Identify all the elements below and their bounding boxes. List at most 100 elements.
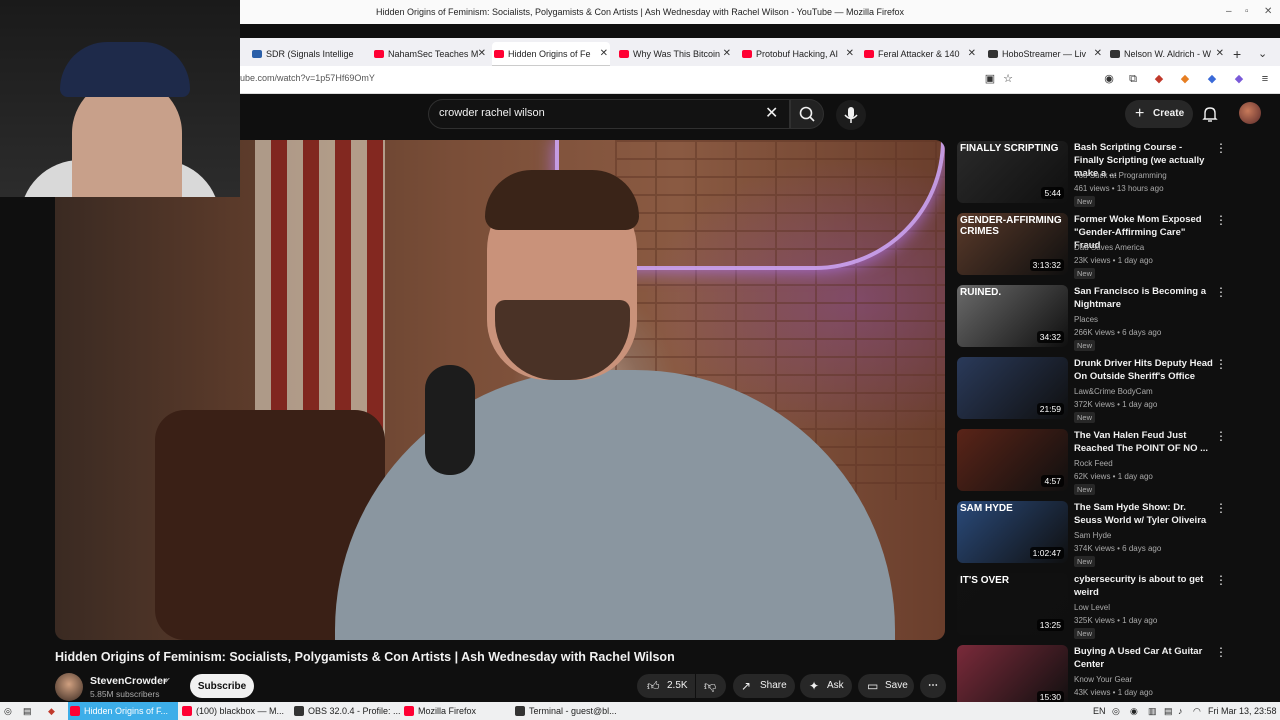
- video-thumbnail[interactable]: RUINED. 34:32: [957, 285, 1068, 347]
- files-icon[interactable]: ▤: [20, 702, 36, 720]
- wifi-icon[interactable]: ◠: [1191, 702, 1205, 720]
- new-tab-icon[interactable]: +: [1233, 42, 1241, 66]
- more-vertical-icon[interactable]: ⋮: [1215, 357, 1227, 371]
- browser-tab[interactable]: NahamSec Teaches M ✕: [372, 42, 488, 66]
- account-avatar[interactable]: [1239, 102, 1261, 124]
- recommended-video[interactable]: SAM HYDE 1:02:47 The Sam Hyde Show: Dr. …: [957, 501, 1267, 567]
- recommended-video-title[interactable]: Drunk Driver Hits Deputy Head On Outside…: [1074, 357, 1214, 383]
- recommended-channel-name[interactable]: Places: [1074, 315, 1098, 324]
- taskbar-item[interactable]: Terminal - guest@bl...: [513, 702, 623, 720]
- close-tab-icon[interactable]: ✕: [478, 42, 486, 66]
- browser-tab-active[interactable]: Hidden Origins of Fe ✕: [492, 42, 610, 66]
- video-thumbnail[interactable]: GENDER-AFFIRMING CRIMES 3:13:32: [957, 213, 1068, 275]
- browser-tab[interactable]: Nelson W. Aldrich - W ✕: [1108, 42, 1226, 66]
- close-tab-icon[interactable]: ✕: [1094, 42, 1102, 66]
- app-launcher-icon[interactable]: ◎: [0, 702, 18, 720]
- more-vertical-icon[interactable]: ⋮: [1215, 285, 1227, 299]
- subscribe-button[interactable]: Subscribe: [190, 674, 254, 698]
- browser-tab[interactable]: Feral Attacker & 140 ✕: [862, 42, 978, 66]
- more-vertical-icon[interactable]: ⋮: [1215, 501, 1227, 515]
- recommended-channel-name[interactable]: Rock Feed: [1074, 459, 1113, 468]
- browser-tab[interactable]: SDR (Signals Intellige: [250, 42, 368, 66]
- steam-icon[interactable]: ◎: [1110, 702, 1124, 720]
- metamask-icon[interactable]: ◆: [1178, 72, 1192, 86]
- save-button[interactable]: ▭ Save: [858, 674, 914, 698]
- video-thumbnail[interactable]: 21:59: [957, 357, 1068, 419]
- taskbar-item[interactable]: Mozilla Firefox: [402, 702, 510, 720]
- video-player[interactable]: [55, 140, 945, 640]
- recommended-channel-name[interactable]: Dad Saves America: [1074, 243, 1144, 252]
- recommended-video[interactable]: 21:59 Drunk Driver Hits Deputy Head On O…: [957, 357, 1267, 423]
- recommended-video-title[interactable]: The Sam Hyde Show: Dr. Seuss World w/ Ty…: [1074, 501, 1214, 527]
- recommended-video[interactable]: 4:57 The Van Halen Feud Just Reached The…: [957, 429, 1267, 495]
- recommended-video-title[interactable]: cybersecurity is about to get weird: [1074, 573, 1214, 599]
- more-vertical-icon[interactable]: ⋮: [1215, 429, 1227, 443]
- bookmark-star-icon[interactable]: ☆: [1001, 72, 1015, 86]
- browser-tab[interactable]: HoboStreamer — Liv ✕: [986, 42, 1104, 66]
- recommended-channel-name[interactable]: Low Level: [1074, 603, 1110, 612]
- close-tab-icon[interactable]: ✕: [1216, 42, 1224, 66]
- tab-list-icon[interactable]: ⌄: [1258, 42, 1267, 66]
- extension-icon[interactable]: ◆: [1232, 72, 1246, 86]
- close-tab-icon[interactable]: ✕: [846, 42, 854, 66]
- video-thumbnail[interactable]: FINALLY SCRIPTING 5:44: [957, 141, 1068, 203]
- create-button[interactable]: + Create: [1125, 100, 1193, 128]
- ublock-icon[interactable]: ◆: [1152, 72, 1166, 86]
- search-box[interactable]: ✕: [428, 99, 790, 129]
- search-button[interactable]: [790, 99, 824, 129]
- dislike-button[interactable]: 👎︎: [696, 674, 726, 698]
- channel-name[interactable]: StevenCrowder: [90, 675, 167, 687]
- taskbar-item[interactable]: OBS 32.0.4 - Profile: ...: [292, 702, 401, 720]
- keyboard-layout[interactable]: EN: [1093, 702, 1106, 720]
- account-icon[interactable]: ◉: [1102, 72, 1116, 86]
- recommended-video-title[interactable]: Buying A Used Car At Guitar Center: [1074, 645, 1214, 671]
- password-manager-icon[interactable]: ▤: [1162, 702, 1176, 720]
- video-thumbnail[interactable]: 15:30: [957, 645, 1068, 707]
- browser-tab[interactable]: Why Was This Bitcoin ✕: [617, 42, 733, 66]
- like-button[interactable]: 👍︎ 2.5K: [637, 674, 695, 698]
- url-field[interactable]: ube.com/watch?v=1p57Hf69OmY: [240, 73, 375, 83]
- recommended-channel-name[interactable]: You Suck at Programming: [1074, 171, 1167, 180]
- recommended-channel-name[interactable]: Sam Hyde: [1074, 531, 1111, 540]
- brave-icon[interactable]: ◆: [45, 702, 61, 720]
- maximize-icon[interactable]: ▫: [1245, 0, 1249, 24]
- more-actions-button[interactable]: ⋯: [920, 674, 946, 698]
- video-thumbnail[interactable]: IT'S OVER 13:25: [957, 573, 1068, 635]
- obs-tray-icon[interactable]: ◉: [1128, 702, 1142, 720]
- taskbar-item[interactable]: (100) blackbox — M...: [180, 702, 290, 720]
- menu-icon[interactable]: ≡: [1258, 72, 1272, 86]
- recommended-video-title[interactable]: The Van Halen Feud Just Reached The POIN…: [1074, 429, 1214, 455]
- taskbar-item[interactable]: Hidden Origins of F...: [68, 702, 178, 720]
- close-tab-icon[interactable]: ✕: [600, 42, 608, 66]
- extensions-icon[interactable]: ⧉: [1126, 72, 1140, 86]
- more-vertical-icon[interactable]: ⋮: [1215, 213, 1227, 227]
- volume-icon[interactable]: ♪: [1176, 702, 1190, 720]
- recommended-video[interactable]: IT'S OVER 13:25 cybersecurity is about t…: [957, 573, 1267, 639]
- more-vertical-icon[interactable]: ⋮: [1215, 645, 1227, 659]
- clock[interactable]: Fri Mar 13, 23:58: [1208, 702, 1277, 720]
- recommended-video[interactable]: GENDER-AFFIRMING CRIMES 3:13:32 Former W…: [957, 213, 1267, 279]
- notifications-bell-icon[interactable]: [1200, 104, 1220, 124]
- recommended-video-title[interactable]: San Francisco is Becoming a Nightmare: [1074, 285, 1214, 311]
- close-icon[interactable]: ✕: [1264, 0, 1272, 24]
- share-button[interactable]: ↗ Share: [733, 674, 795, 698]
- close-tab-icon[interactable]: ✕: [723, 42, 731, 66]
- more-vertical-icon[interactable]: ⋮: [1215, 573, 1227, 587]
- browser-tab[interactable]: Protobuf Hacking, AI ✕: [740, 42, 856, 66]
- clear-search-icon[interactable]: ✕: [765, 103, 778, 123]
- reader-view-icon[interactable]: ▣: [983, 72, 997, 86]
- extension-icon[interactable]: ◆: [1205, 72, 1219, 86]
- recommended-channel-name[interactable]: Know Your Gear: [1074, 675, 1132, 684]
- channel-avatar[interactable]: [55, 673, 83, 701]
- voice-search-button[interactable]: [836, 100, 866, 130]
- ask-button[interactable]: ✦ Ask: [800, 674, 852, 698]
- search-input[interactable]: [439, 107, 739, 119]
- recommended-video[interactable]: RUINED. 34:32 San Francisco is Becoming …: [957, 285, 1267, 351]
- minimize-icon[interactable]: –: [1226, 0, 1232, 24]
- more-vertical-icon[interactable]: ⋮: [1215, 141, 1227, 155]
- video-thumbnail[interactable]: 4:57: [957, 429, 1068, 491]
- video-thumbnail[interactable]: SAM HYDE 1:02:47: [957, 501, 1068, 563]
- close-tab-icon[interactable]: ✕: [968, 42, 976, 66]
- recommended-video[interactable]: FINALLY SCRIPTING 5:44 Bash Scripting Co…: [957, 141, 1267, 207]
- recommended-channel-name[interactable]: Law&Crime BodyCam: [1074, 387, 1153, 396]
